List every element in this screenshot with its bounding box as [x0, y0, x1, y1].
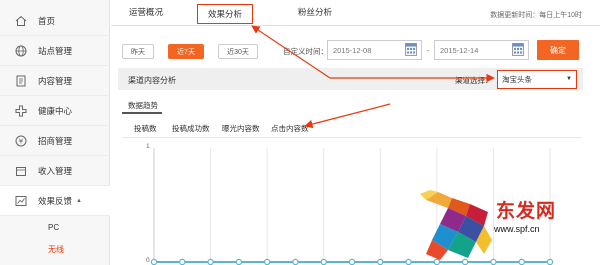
channel-select[interactable]: 淘宝头条 ▼ — [497, 70, 577, 89]
sidebar-sub-pc[interactable]: PC — [0, 216, 110, 238]
sidebar-item-label: 健康中心 — [38, 105, 73, 116]
section-title: 渠道内容分析 — [128, 76, 176, 85]
sidebar-item-feedback[interactable]: 效果反馈 ▲ — [0, 186, 110, 216]
caret-up-icon: ▲ — [76, 197, 82, 204]
tab-effect-analysis[interactable]: 效果分析 — [197, 4, 254, 24]
data-point[interactable] — [518, 258, 525, 265]
update-time-text: 数据更新时间：每日上午10时 — [490, 12, 582, 19]
data-point[interactable] — [405, 258, 412, 265]
sidebar: 首页 站点管理 内容管理 健康中心 ¥ 招商管理 收入管理 效果反馈 ▲ PC … — [0, 0, 110, 265]
sidebar-item-label: 首页 — [38, 15, 56, 26]
channel-select-value: 淘宝头条 — [502, 75, 532, 84]
sidebar-item-content[interactable]: 内容管理 — [0, 66, 110, 96]
y-tick-label: 0 — [146, 257, 150, 264]
custom-time-label: 自定义时间： — [283, 47, 328, 56]
home-icon — [14, 14, 28, 28]
sidebar-sub-label: 无线 — [48, 244, 64, 254]
coin-icon: ¥ — [14, 134, 28, 148]
end-date-value: 2015-12-14 — [440, 45, 479, 55]
sidebar-item-home[interactable]: 首页 — [0, 6, 110, 36]
data-trend-underline — [122, 112, 162, 114]
data-trend-title: 数据趋势 — [128, 101, 158, 110]
sidebar-item-label: 内容管理 — [38, 75, 73, 86]
sidebar-sub-label: PC — [48, 222, 60, 232]
data-point[interactable] — [348, 258, 356, 265]
start-date-value: 2015-12-08 — [333, 45, 372, 55]
sidebar-sub-wireless[interactable]: 无线 — [0, 238, 110, 260]
top-tab-bar: 运营概况 效果分析 粉丝分析 数据更新时间：每日上午10时 — [111, 0, 600, 26]
confirm-button[interactable]: 确定 — [537, 40, 579, 60]
wallet-icon — [14, 164, 28, 178]
data-point[interactable] — [546, 258, 554, 265]
calendar-icon[interactable] — [405, 42, 417, 56]
sidebar-item-label: 收入管理 — [38, 165, 73, 176]
data-point[interactable] — [207, 258, 214, 265]
globe-icon — [14, 44, 28, 58]
y-tick-label: 1 — [146, 143, 150, 150]
preset-yesterday-button[interactable]: 昨天 — [122, 44, 154, 59]
tab-submissions[interactable]: 投稿数 — [134, 123, 157, 134]
preset-30days-button[interactable]: 近30天 — [218, 44, 258, 59]
data-point[interactable] — [377, 258, 384, 265]
sidebar-item-health[interactable]: 健康中心 — [0, 96, 110, 126]
data-point[interactable] — [179, 258, 186, 265]
document-icon — [14, 74, 28, 88]
sidebar-item-merchant[interactable]: ¥ 招商管理 — [0, 126, 110, 156]
calendar-icon[interactable] — [512, 42, 524, 56]
channel-select-label: 渠道选择： — [455, 76, 493, 85]
data-point[interactable] — [235, 258, 243, 265]
tab-clicked-content[interactable]: 点击内容数 — [271, 123, 309, 134]
chart-icon — [14, 194, 28, 208]
sub-tab-divider — [122, 137, 582, 138]
tab-fan-analysis[interactable]: 粉丝分析 — [298, 6, 332, 18]
tab-overview[interactable]: 运营概况 — [129, 6, 163, 18]
data-point[interactable] — [263, 258, 271, 265]
sidebar-item-label: 效果反馈 — [38, 195, 73, 206]
sidebar-item-label: 招商管理 — [38, 135, 73, 146]
bull-logo-icon — [420, 190, 492, 260]
date-separator: - — [427, 46, 430, 55]
data-point[interactable] — [292, 258, 299, 265]
plus-icon — [14, 104, 28, 118]
sidebar-item-site[interactable]: 站点管理 — [0, 36, 110, 66]
svg-text:¥: ¥ — [19, 137, 24, 145]
tab-exposed-content[interactable]: 曝光内容数 — [222, 123, 260, 134]
watermark-url: www.spf.cn — [494, 224, 540, 234]
data-point[interactable] — [150, 258, 158, 265]
sidebar-item-label: 站点管理 — [38, 45, 73, 56]
tab-successful-submissions[interactable]: 投稿成功数 — [172, 123, 210, 134]
data-point[interactable] — [320, 258, 327, 265]
dropdown-arrow-icon: ▼ — [566, 76, 572, 82]
sidebar-item-income[interactable]: 收入管理 — [0, 156, 110, 186]
preset-7days-button[interactable]: 近7天 — [168, 44, 204, 59]
watermark-logo-text: 东发网 — [496, 200, 557, 222]
arrow-to-clicked-content-tab — [304, 103, 391, 129]
